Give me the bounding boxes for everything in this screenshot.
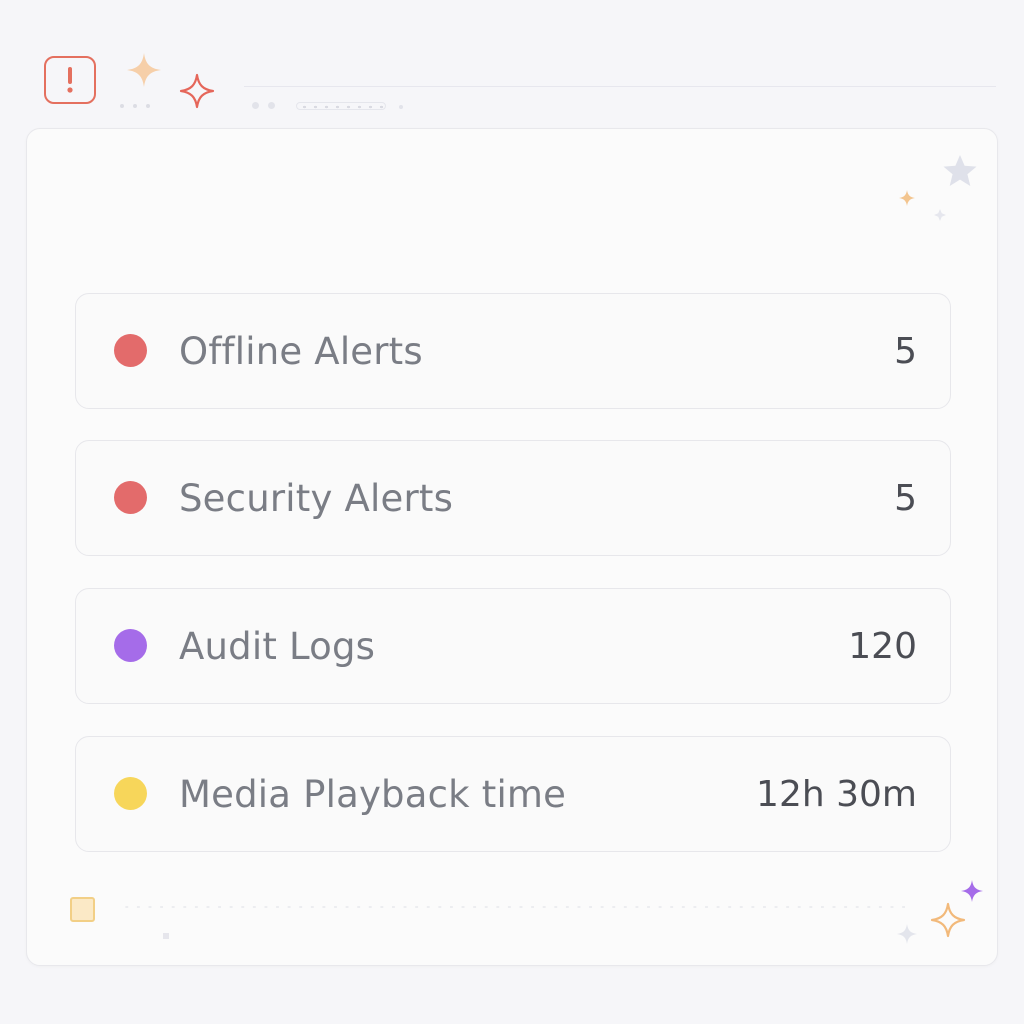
stat-row-security-alerts[interactable]: Security Alerts 5 [75, 440, 951, 556]
sparkle-icon [934, 209, 946, 221]
decorative-dot [399, 105, 403, 109]
stat-value: 12h 30m [756, 773, 917, 815]
sparkle-icon [961, 880, 983, 902]
sparkle-icon [127, 53, 161, 87]
page: Offline Alerts 5 Security Alerts 5 Audit… [0, 0, 1024, 1024]
decorative-pill [296, 102, 386, 110]
stat-value: 5 [894, 330, 917, 372]
alert-badge-icon[interactable] [44, 56, 96, 104]
decorative-dots [120, 104, 150, 108]
sparkle-outline-icon [179, 73, 215, 109]
dotted-divider [121, 905, 911, 909]
stat-value: 120 [848, 625, 917, 667]
status-dot [114, 629, 147, 662]
sparkle-icon [897, 924, 917, 944]
stat-row-audit-logs[interactable]: Audit Logs 120 [75, 588, 951, 704]
header-divider [244, 86, 996, 87]
status-dot [114, 334, 147, 367]
stats-card: Offline Alerts 5 Security Alerts 5 Audit… [26, 128, 998, 966]
stat-row-offline-alerts[interactable]: Offline Alerts 5 [75, 293, 951, 409]
stat-label: Media Playback time [179, 772, 567, 816]
stat-label: Security Alerts [179, 476, 454, 520]
decorative-dots [252, 102, 275, 109]
stat-row-media-playback-time[interactable]: Media Playback time 12h 30m [75, 736, 951, 852]
sparkle-outline-icon [930, 902, 966, 938]
stat-value: 5 [894, 477, 917, 519]
sparkle-icon [899, 190, 915, 206]
status-dot [114, 777, 147, 810]
star-icon [943, 155, 977, 186]
exclamation-icon [67, 67, 73, 93]
stat-label: Offline Alerts [179, 329, 423, 373]
status-dot [114, 481, 147, 514]
decorative-square [70, 897, 95, 922]
stat-label: Audit Logs [179, 624, 376, 668]
decorative-square [163, 933, 169, 939]
